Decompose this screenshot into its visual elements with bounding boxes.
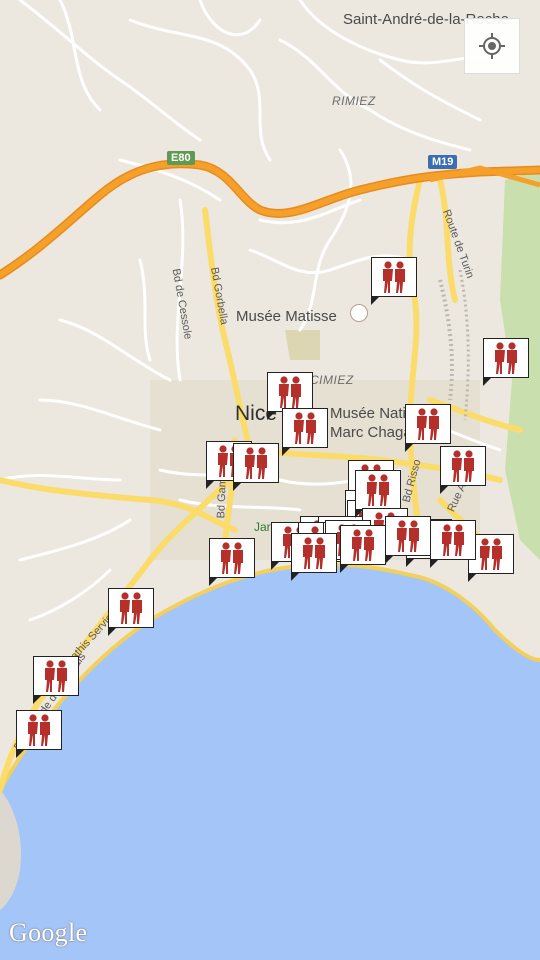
google-logo: Google [9,918,88,947]
couple-icon [367,474,389,506]
my-location-button[interactable] [464,18,520,74]
district-label-rimiez: RIMIEZ [332,94,376,108]
place-marker[interactable] [291,533,337,581]
couple-icon [221,542,243,574]
my-location-icon [479,33,505,59]
place-marker[interactable] [282,408,328,456]
place-marker[interactable] [340,525,386,573]
poi-label-musee-matisse[interactable]: Musée Matisse [236,307,337,326]
couple-icon [417,408,439,440]
place-marker[interactable] [430,520,476,568]
place-marker[interactable] [355,470,401,518]
couple-icon [352,529,374,561]
couple-icon [45,660,67,692]
couple-icon [383,261,405,293]
couple-icon [279,376,301,408]
couple-icon [452,450,474,482]
couple-icon [303,537,325,569]
couple-icon [495,342,517,374]
couple-icon [28,714,50,746]
road-shield-e80: E80 [167,151,195,165]
place-marker[interactable] [405,404,451,452]
couple-icon [397,520,419,552]
district-label-cimiez: CIMIEZ [310,373,354,387]
place-marker[interactable] [209,538,255,586]
place-marker[interactable] [385,516,431,564]
place-marker[interactable] [483,338,529,386]
place-marker[interactable] [108,588,154,636]
couple-icon [442,524,464,556]
place-marker[interactable] [16,710,62,758]
place-marker[interactable] [371,257,417,305]
couple-icon [245,447,267,479]
road-shield-m19: M19 [428,155,458,169]
couple-icon [294,412,316,444]
museum-icon[interactable] [350,304,368,322]
place-marker[interactable] [33,656,79,704]
place-marker[interactable] [440,446,486,494]
place-marker[interactable] [267,372,313,420]
couple-icon [120,592,142,624]
place-marker[interactable] [233,443,279,491]
couple-icon [480,538,502,570]
